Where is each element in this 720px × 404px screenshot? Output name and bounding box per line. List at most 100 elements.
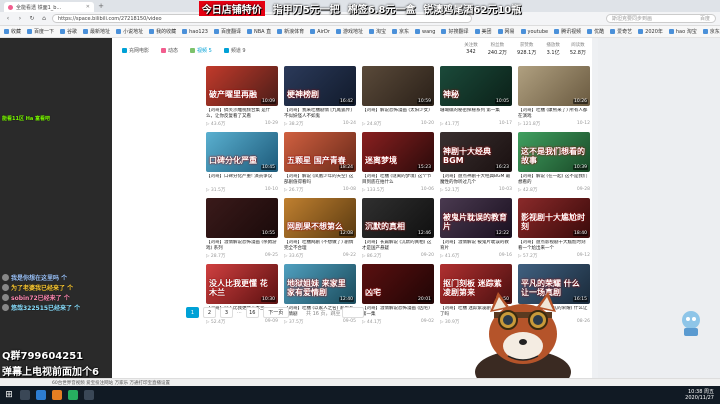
bookmark-item[interactable]: 2020年 [638, 28, 663, 35]
bookmark-item[interactable]: youtube [520, 29, 548, 35]
back-icon[interactable]: ‹ [4, 15, 12, 23]
video-card[interactable]: 凶宅 20:01 【刘哥】温情解说恐怖漫画 (凶宅) 第一集 ▷ 44.1万 09-02 [362, 264, 434, 326]
bookmark-item[interactable]: 收藏 [4, 28, 21, 35]
bookmark-item[interactable]: hao123 [182, 29, 208, 35]
bookmark-item[interactable]: hao 淘宝 [668, 28, 697, 35]
subnav-item-0[interactable]: 充网电影 [122, 47, 149, 54]
video-title[interactable]: 【刘哥】长篇解说 (沉默的真相) 这才是国产悬疑 [362, 240, 434, 252]
video-thumbnail[interactable]: 这不是我们想看的故事 10:39 [518, 132, 590, 172]
video-card[interactable]: 神秘 10:05 珊瑚礁的秘密探秘系列 第一集 ▷ 41.7万 10-17 [440, 66, 512, 128]
windows-start-icon[interactable]: ⊞ [4, 390, 14, 400]
video-thumbnail[interactable]: 网剧果不想第么 12:08 [284, 198, 356, 238]
bookmark-item[interactable]: 美团 [474, 28, 492, 35]
video-card[interactable]: 神剧十大经典BGM 16:23 【刘哥】盘点神剧十大经典BGM 最魔性的你听过几个 ▷… [440, 132, 512, 194]
video-card[interactable]: 影视剧十大尴尬时刻 18:40 【刘哥】盘点影视剧十大尴尬时刻 看一个尬出来一个 ▷ … [518, 198, 590, 260]
video-thumbnail[interactable]: 凶宅 20:01 [362, 264, 434, 304]
video-title[interactable]: 【刘哥】解说 (凤凰少年的天空) 这部剧值得看吗 [284, 174, 356, 186]
video-thumbnail[interactable]: 没人比我更懂 花木兰 10:30 [206, 264, 278, 304]
subnav-item-3[interactable]: 频道 9 [223, 47, 246, 54]
video-thumbnail[interactable]: 10:55 [206, 198, 278, 238]
video-title[interactable]: 【刘哥】温情解说 被鬼片耽误的教育片 [440, 240, 512, 252]
taskbar-search-icon[interactable] [20, 390, 30, 400]
video-title[interactable]: 珊瑚礁的秘密探秘系列 第一集 [440, 108, 512, 120]
bookmark-item[interactable]: 爱奇艺 [610, 28, 632, 35]
video-thumbnail[interactable]: 口碑分化严重 10:45 [206, 132, 278, 172]
stat-item[interactable]: 阅读数 52.8万 [570, 42, 586, 56]
video-thumbnail[interactable]: 10:59 [362, 66, 434, 106]
video-title[interactable]: 【刘哥】盘点影视剧十大尴尬时刻 看一个尬出来一个 [518, 240, 590, 252]
video-thumbnail[interactable]: 地狱姐妹 来家里家有爱情剧 12:40 [284, 264, 356, 304]
video-card[interactable]: 10:26 【刘哥】吐槽 (康熙来了) 所有人都在演戏 ▷ 121.8万 10-12 [518, 66, 590, 128]
home-icon[interactable]: ⌂ [40, 15, 48, 23]
video-title[interactable]: 【刘哥】口碑分化严重! 演员争议 [206, 174, 278, 186]
next-page-button[interactable]: 下一页 [262, 307, 289, 318]
video-card[interactable]: 五颗星 国产青春 18:24 【刘哥】解说 (凤凰少年的天空) 这部剧值得看吗 ▷ 2… [284, 132, 356, 194]
stat-item[interactable]: 播放数 3.1亿 [546, 42, 560, 56]
bookmark-item[interactable]: 腾讯视频 [554, 28, 581, 35]
bookmark-item[interactable]: 百度一下 [27, 28, 54, 35]
video-title[interactable]: 【刘哥】温情解说恐怖漫画 (杀戮游戏) 系列 [206, 240, 278, 252]
stat-item[interactable]: 关注数 342 [464, 42, 478, 56]
video-title[interactable]: 【刘哥】盘点神剧十大经典BGM 最魔性的你听过几个 [440, 174, 512, 186]
bookmark-item[interactable]: 新浪体育 [277, 28, 304, 35]
bookmark-item[interactable]: NBA 直 [246, 28, 271, 35]
bookmark-item[interactable]: 网易 [497, 28, 515, 35]
video-title[interactable]: 【刘哥】解说 (在一起) 这不是我们想看的 [518, 174, 590, 186]
taskbar-folder-icon[interactable] [84, 390, 94, 400]
stat-item[interactable]: 粉丝数 240.2万 [488, 42, 507, 56]
bookmark-item[interactable]: 小说地址 [116, 28, 143, 35]
close-tab-icon[interactable]: ✕ [86, 4, 90, 10]
video-title[interactable]: 【刘哥】我来吐槽剧情 [九尾狐传] 不似妖怪人不如鬼 [284, 108, 356, 120]
page-button-2[interactable]: 2 [203, 307, 216, 318]
video-card[interactable]: 网剧果不想第么 12:08 【刘哥】吐槽网剧 (不想做了) 剧情完全不合理 ▷ 33.… [284, 198, 356, 260]
video-title[interactable]: 【刘哥】吐槽 (康熙来了) 所有人都在演戏 [518, 108, 590, 120]
video-title[interactable]: 【刘哥】搞笑沙雕视频合集 是什么，让你反复看了又看 [206, 108, 278, 120]
taskbar-app-icon[interactable] [52, 390, 62, 400]
video-card[interactable]: 10:59 【刘哥】解说恐怖漫画 (太阳少女) ▷ 24.8万 10-20 [362, 66, 434, 128]
taskbar-browser-icon[interactable] [36, 390, 46, 400]
video-thumbnail[interactable]: 神秘 10:05 [440, 66, 512, 106]
video-card[interactable]: 这不是我们想看的故事 10:39 【刘哥】解说 (在一起) 这不是我们想看的 ▷ 42… [518, 132, 590, 194]
video-card[interactable]: 沉默的真相 12:46 【刘哥】长篇解说 (沉默的真相) 这才是国产悬疑 ▷ 86.2… [362, 198, 434, 260]
bookmark-item[interactable]: 我的收藏 [149, 28, 176, 35]
bookmark-item[interactable]: wang [414, 29, 435, 35]
bookmark-item[interactable]: 京东 [391, 28, 409, 35]
bookmark-item[interactable]: 优酷 [587, 28, 604, 35]
browser-tab[interactable]: 全能看透 铁面1_b... ✕ [4, 2, 94, 12]
subnav-item-1[interactable]: 动态 [161, 47, 178, 54]
video-thumbnail[interactable]: 10:26 [518, 66, 590, 106]
bookmark-item[interactable]: 好搜翻译 [441, 28, 469, 35]
subnav-item-2[interactable]: 视频 5 [190, 47, 212, 54]
page-button-last[interactable]: 16 [245, 307, 259, 318]
bookmark-item[interactable]: 游戏地址 [335, 28, 363, 35]
stat-item[interactable]: 获赞数 928.1万 [517, 42, 536, 56]
page-button-3[interactable]: 3 [220, 307, 233, 318]
bookmark-item[interactable]: AirDr [310, 29, 330, 35]
bookmark-item[interactable]: 淘宝 [368, 28, 386, 35]
search-input[interactable]: 斯坦克要同步到画 百度 [606, 14, 716, 23]
video-card[interactable]: 梗神榜剧 16:42 【刘哥】我来吐槽剧情 [九尾狐传] 不似妖怪人不如鬼 ▷ 38.… [284, 66, 356, 128]
video-card[interactable]: 10:55 【刘哥】温情解说恐怖漫画 (杀戮游戏) 系列 ▷ 28.7万 09-25 [206, 198, 278, 260]
video-card[interactable]: 口碑分化严重 10:45 【刘哥】口碑分化严重! 演员争议 ▷ 31.5万 10-10 [206, 132, 278, 194]
video-thumbnail[interactable]: 神剧十大经典BGM 16:23 [440, 132, 512, 172]
video-title[interactable]: 【刘哥】温情解说恐怖漫画 (凶宅) 第一集 [362, 306, 434, 318]
video-thumbnail[interactable]: 梗神榜剧 16:42 [284, 66, 356, 106]
bookmark-item[interactable]: 百度翻译 [213, 28, 241, 35]
page-button-1[interactable]: 1 [186, 307, 199, 318]
video-title[interactable]: 【刘哥】解说恐怖漫画 (太阳少女) [362, 108, 434, 120]
video-card[interactable]: 迷离梦境 15:23 【刘哥】吐槽 (谜离的梦境) 这个节目到底在拍什么 ▷ 133.… [362, 132, 434, 194]
video-thumbnail[interactable]: 迷离梦境 15:23 [362, 132, 434, 172]
video-thumbnail[interactable]: 被鬼片耽误的教育片 12:22 [440, 198, 512, 238]
video-title[interactable]: 【刘哥】吐槽网剧 (不想做了) 剧情完全不合理 [284, 240, 356, 252]
page-jump-input[interactable] [342, 307, 364, 318]
video-thumbnail[interactable]: 沉默的真相 12:46 [362, 198, 434, 238]
taskbar-app-icon-2[interactable] [68, 390, 78, 400]
video-thumbnail[interactable]: 破产曜里再融 10:09 [206, 66, 278, 106]
refresh-icon[interactable]: ↻ [28, 15, 36, 23]
bookmark-item[interactable]: 京东购 [702, 28, 720, 35]
video-card[interactable]: 破产曜里再融 10:09 【刘哥】搞笑沙雕视频合集 是什么，让你反复看了又看 ▷ 43… [206, 66, 278, 128]
video-thumbnail[interactable]: 五颗星 国产青春 18:24 [284, 132, 356, 172]
taskbar-clock[interactable]: 10:38 周五 2020/11/27 [685, 389, 720, 401]
bookmark-item[interactable]: 谷歌 [60, 28, 77, 35]
bookmark-item[interactable]: 最新地址 [83, 28, 110, 35]
